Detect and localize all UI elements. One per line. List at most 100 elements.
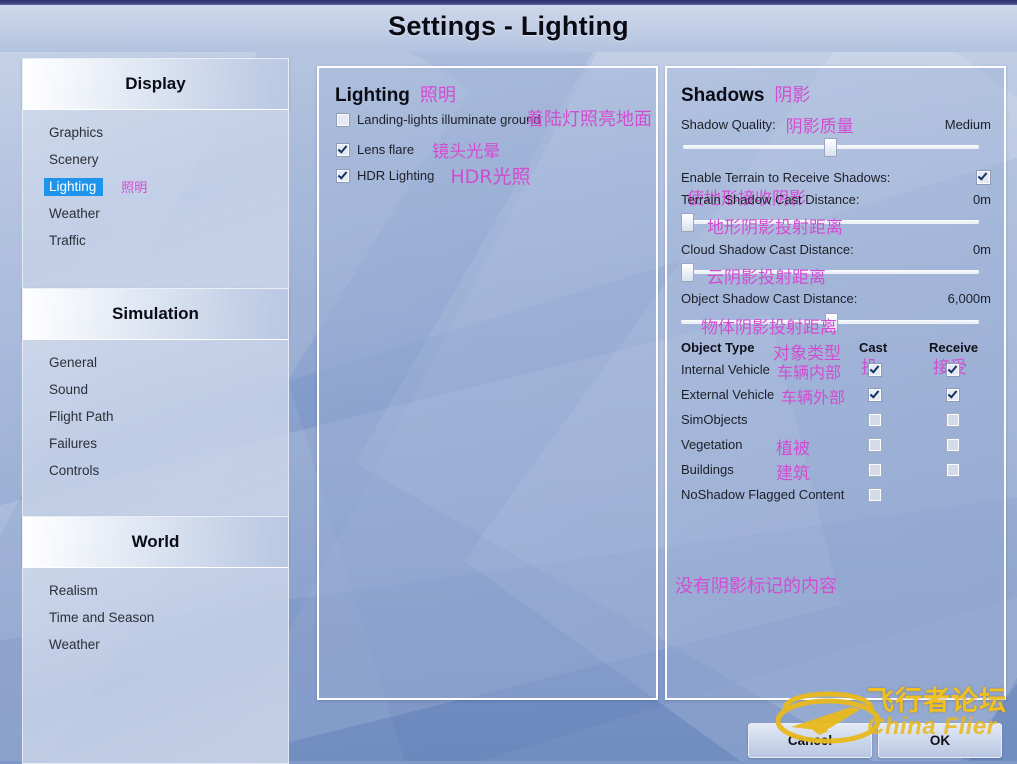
checkbox-landing-lights[interactable] xyxy=(336,112,350,127)
sidebar-item-lighting[interactable]: Lighting 照明 xyxy=(23,173,288,200)
sidebar-item-weather[interactable]: Weather xyxy=(23,200,288,227)
terrain-cast-label: Terrain Shadow Cast Distance: xyxy=(681,192,860,207)
checkbox-lens-flare[interactable] xyxy=(336,142,350,157)
shadow-quality-value: Medium xyxy=(944,117,991,132)
sidebar-header-world: World xyxy=(22,516,289,567)
row-annotation: 建筑 xyxy=(776,464,810,484)
col-object-type: Object Type xyxy=(681,340,755,355)
shadows-title-annotation: 阴影 xyxy=(774,85,811,106)
sidebar-group-simulation: Simulation General Sound Flight Path Fai… xyxy=(22,288,289,534)
table-row[interactable]: NoShadow Flagged Content xyxy=(681,483,991,508)
slider-thumb[interactable] xyxy=(681,263,694,282)
cancel-button[interactable]: Cancel xyxy=(748,723,872,758)
table-row[interactable]: Internal Vehicle 车辆内部 xyxy=(681,358,991,383)
sidebar-item-general[interactable]: General xyxy=(23,349,288,376)
ok-button[interactable]: OK xyxy=(878,723,1002,758)
lighting-panel: Lighting 照明 Landing-lights illuminate gro… xyxy=(317,66,658,700)
sidebar-header-display: Display xyxy=(22,58,289,109)
shadow-quality-slider[interactable] xyxy=(683,138,979,157)
table-header-row: Object Type 对象类型 Cast 投 Receive 接受 xyxy=(681,340,991,378)
sidebar-item-label: Weather xyxy=(49,637,100,652)
option-landing-lights[interactable]: Landing-lights illuminate ground 着陆灯照亮地面 xyxy=(336,109,652,130)
sidebar-item-label: Realism xyxy=(49,583,98,598)
sidebar-item-label: Time and Season xyxy=(49,610,155,625)
row-label: External Vehicle xyxy=(681,387,775,402)
sidebar-item-weather-world[interactable]: Weather xyxy=(23,631,288,658)
sidebar-item-traffic[interactable]: Traffic xyxy=(23,227,288,254)
table-row[interactable]: Vegetation 植被 xyxy=(681,433,991,459)
sidebar-group-display: Display Graphics Scenery Lighting 照明 Wea… xyxy=(22,58,289,304)
row-label: Vegetation xyxy=(681,437,743,452)
lighting-panel-title: Lighting 照明 xyxy=(335,81,456,107)
sidebar-item-realism[interactable]: Realism xyxy=(23,577,288,604)
lighting-title-annotation: 照明 xyxy=(419,85,456,106)
checkbox-enable-terrain-receive[interactable] xyxy=(976,170,991,185)
lighting-title-text: Lighting xyxy=(335,85,410,106)
sidebar-item-label: General xyxy=(49,355,98,370)
row-annotation: 车辆内部 xyxy=(777,363,842,382)
terrain-cast-row: Terrain Shadow Cast Distance: 0m xyxy=(681,192,991,207)
cloud-cast-value: 0m xyxy=(972,242,991,257)
option-label: HDR Lighting xyxy=(357,168,435,183)
checkbox-cast[interactable] xyxy=(868,388,882,402)
checkbox-receive[interactable] xyxy=(946,438,960,452)
option-annotation: 着陆灯照亮地面 xyxy=(526,109,652,130)
slider-thumb[interactable] xyxy=(681,213,694,232)
sidebar-item-sound[interactable]: Sound xyxy=(23,376,288,403)
checkbox-cast[interactable] xyxy=(868,438,882,452)
checkbox-receive[interactable] xyxy=(946,363,960,377)
terrain-cast-annotation: 地形阴影投射距离 xyxy=(707,218,843,238)
slider-thumb[interactable] xyxy=(824,138,837,157)
object-cast-label: Object Shadow Cast Distance: xyxy=(681,291,858,306)
checkbox-hdr-lighting[interactable] xyxy=(336,168,350,183)
sidebar-item-failures[interactable]: Failures xyxy=(23,430,288,457)
sidebar-item-scenery[interactable]: Scenery xyxy=(23,146,288,173)
table-row[interactable]: Buildings 建筑 xyxy=(681,458,991,484)
terrain-cast-value: 0m xyxy=(972,192,991,207)
checkbox-receive[interactable] xyxy=(946,463,960,477)
shadows-panel-title: Shadows 阴影 xyxy=(681,81,810,107)
sidebar-list-display: Graphics Scenery Lighting 照明 Weather Tra… xyxy=(22,109,289,304)
sidebar-item-label: Graphics xyxy=(49,125,104,140)
shadows-panel: Shadows 阴影 Shadow Quality: 阴影质量 Medium En… xyxy=(665,66,1006,700)
enable-terrain-receive-row[interactable]: Enable Terrain to Receive Shadows: xyxy=(681,170,991,185)
sidebar-item-flight-path[interactable]: Flight Path xyxy=(23,403,288,430)
row-label: SimObjects xyxy=(681,412,748,427)
table-row[interactable]: SimObjects xyxy=(681,408,991,433)
option-hdr-lighting[interactable]: HDR Lighting HDR光照 xyxy=(336,162,530,189)
shadow-quality-row: Shadow Quality: 阴影质量 Medium xyxy=(681,112,991,137)
checkbox-cast[interactable] xyxy=(868,363,882,377)
checkbox-cast[interactable] xyxy=(868,413,882,427)
noshadow-annotation: 没有阴影标记的内容 xyxy=(675,576,837,597)
option-annotation: 镜头光晕 xyxy=(432,142,501,162)
checkbox-receive[interactable] xyxy=(946,388,960,402)
cloud-cast-row: Cloud Shadow Cast Distance: 0m xyxy=(681,242,991,257)
object-type-table: Object Type 对象类型 Cast 投 Receive 接受 Inter… xyxy=(675,340,991,597)
checkbox-cast[interactable] xyxy=(868,488,882,502)
object-cast-value: 6,000m xyxy=(947,291,991,306)
cloud-cast-annotation: 云阴影投射距离 xyxy=(707,268,826,288)
page-title: Settings - Lighting xyxy=(388,10,629,41)
checkbox-receive[interactable] xyxy=(946,413,960,427)
sidebar-item-label: Scenery xyxy=(49,152,99,167)
row-annotation: 车辆外部 xyxy=(781,388,846,407)
sidebar-item-label: Lighting xyxy=(44,177,104,196)
sidebar-item-label: Flight Path xyxy=(49,409,114,424)
sidebar-group-world: World Realism Time and Season Weather xyxy=(22,516,289,764)
option-label: Landing-lights illuminate ground xyxy=(357,112,541,127)
option-lens-flare[interactable]: Lens flare 镜头光晕 xyxy=(336,137,500,162)
row-label: Buildings xyxy=(681,462,734,477)
sidebar-item-label: Traffic xyxy=(49,233,86,248)
sidebar-item-time-and-season[interactable]: Time and Season xyxy=(23,604,288,631)
row-annotation: 植被 xyxy=(776,439,810,459)
sidebar-item-annotation: 照明 xyxy=(121,181,148,196)
sidebar-item-label: Failures xyxy=(49,436,98,451)
checkbox-cast[interactable] xyxy=(868,463,882,477)
option-label: Lens flare xyxy=(357,142,415,157)
sidebar-item-controls[interactable]: Controls xyxy=(23,457,288,484)
object-cast-annotation: 物体阴影投射距离 xyxy=(701,318,837,338)
sidebar-item-graphics[interactable]: Graphics xyxy=(23,119,288,146)
sidebar-list-simulation: General Sound Flight Path Failures Contr… xyxy=(22,339,289,534)
sidebar-item-label: Sound xyxy=(49,382,89,397)
table-row[interactable]: External Vehicle 车辆外部 xyxy=(681,383,991,408)
